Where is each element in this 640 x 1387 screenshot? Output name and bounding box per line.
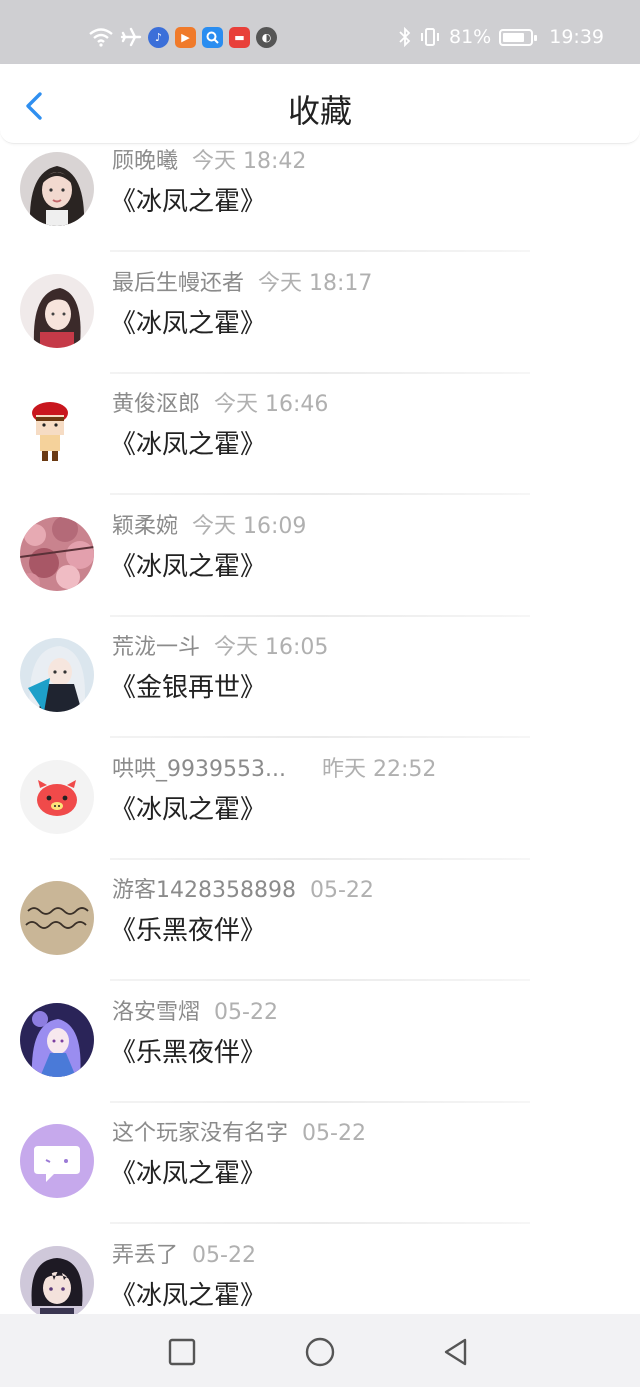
music-app-icon: ♪ bbox=[148, 26, 169, 48]
avatar[interactable] bbox=[20, 1124, 94, 1198]
game-title: 《冰凤之霍》 bbox=[110, 551, 267, 582]
circle-icon bbox=[305, 1337, 335, 1367]
user-name: 黄俊沤郎 bbox=[112, 392, 201, 417]
avatar[interactable] bbox=[20, 516, 94, 591]
list-item[interactable]: 荒泷一斗 今天 16:05 《金银再世》 bbox=[0, 617, 640, 739]
user-name: 颖柔婉 bbox=[112, 513, 179, 539]
bluetooth-icon bbox=[399, 27, 411, 47]
system-navigation-bar bbox=[0, 1314, 640, 1387]
item-meta: 荒泷一斗 今天 16:05 bbox=[112, 629, 328, 661]
user-name: 最后生幔还者 bbox=[112, 270, 245, 296]
wifi-icon bbox=[88, 27, 114, 47]
avatar[interactable] bbox=[20, 638, 94, 712]
avatar[interactable] bbox=[20, 1002, 94, 1077]
airplane-icon bbox=[120, 27, 142, 47]
home-button[interactable] bbox=[304, 1336, 336, 1368]
user-name: 顾晚曦 bbox=[112, 149, 179, 174]
item-meta: 顾晚曦 今天 18:42 bbox=[112, 144, 306, 175]
user-name: 哄哄_9939553... bbox=[112, 756, 286, 782]
list-item[interactable]: 游客1428358898 05-22 《乐黑夜伴》 bbox=[0, 860, 640, 982]
list-item[interactable]: 哄哄_9939553... 昨天 22:52 《冰凤之霍》 bbox=[0, 739, 640, 861]
system-back-button[interactable] bbox=[440, 1336, 472, 1368]
avatar[interactable] bbox=[20, 881, 94, 955]
status-bar: ♪ ▶ ▬ ◐ 81% 19:39 bbox=[0, 0, 640, 64]
timestamp: 昨天 22:52 bbox=[321, 756, 437, 782]
game-title: 《乐黑夜伴》 bbox=[110, 1037, 267, 1068]
user-name: 弄丢了 bbox=[112, 1242, 179, 1268]
avatar[interactable] bbox=[20, 759, 94, 834]
timestamp: 今天 18:42 bbox=[192, 149, 307, 174]
header-bar: 收藏 bbox=[0, 64, 640, 144]
game-title: 《冰凤之霍》 bbox=[110, 187, 267, 217]
battery-icon bbox=[499, 28, 538, 46]
game-title: 《冰凤之霍》 bbox=[110, 794, 267, 825]
avatar[interactable] bbox=[20, 395, 94, 469]
game-title: 《冰凤之霍》 bbox=[110, 430, 267, 460]
clock: 19:39 bbox=[549, 26, 604, 48]
list-item[interactable]: 这个玩家没有名字 05-22 《冰凤之霍》 bbox=[0, 1103, 640, 1225]
timestamp: 05-22 bbox=[309, 878, 374, 903]
vibrate-icon bbox=[419, 27, 441, 47]
video-app-icon: ▶ bbox=[175, 26, 196, 48]
search-app-icon bbox=[202, 26, 223, 48]
list-item[interactable]: 颖柔婉 今天 16:09 《冰凤之霍》 bbox=[0, 496, 640, 618]
item-meta: 哄哄_9939553... 昨天 22:52 bbox=[112, 751, 436, 783]
list-item[interactable]: 洛安雪熠 05-22 《乐黑夜伴》 bbox=[0, 982, 640, 1104]
triangle-back-icon bbox=[444, 1338, 467, 1366]
timestamp: 05-22 bbox=[192, 1242, 256, 1268]
timestamp: 05-22 bbox=[302, 1121, 366, 1146]
game-title: 《冰凤之霍》 bbox=[110, 1280, 267, 1311]
game-title: 《冰凤之霍》 bbox=[110, 308, 267, 339]
timestamp: 今天 16:09 bbox=[192, 513, 307, 539]
user-name: 游客1428358898 bbox=[112, 878, 296, 903]
store-app-icon: ▬ bbox=[229, 26, 250, 48]
item-meta: 洛安雪熠 05-22 bbox=[112, 994, 278, 1026]
user-name: 洛安雪熠 bbox=[112, 999, 201, 1025]
item-meta: 颖柔婉 今天 16:09 bbox=[112, 508, 306, 540]
timestamp: 今天 16:46 bbox=[214, 392, 329, 417]
battery-percent: 81% bbox=[449, 26, 492, 48]
favorites-list: 顾晚曦 今天 18:42 《冰凤之霍》 最后生幔还者 今天 18:17 《冰凤之霍》 黄俊沤… bbox=[0, 144, 640, 1314]
battery-fill bbox=[503, 32, 525, 42]
status-icons-left: ♪ ▶ ▬ ◐ bbox=[88, 22, 277, 52]
game-title: 《乐黑夜伴》 bbox=[110, 916, 267, 946]
user-name: 荒泷一斗 bbox=[112, 635, 201, 660]
item-meta: 弄丢了 05-22 bbox=[112, 1237, 256, 1269]
timestamp: 今天 18:17 bbox=[258, 270, 373, 296]
ball-app-icon: ◐ bbox=[256, 26, 277, 48]
page-title: 收藏 bbox=[287, 92, 352, 130]
list-item[interactable]: 顾晚曦 今天 18:42 《冰凤之霍》 bbox=[0, 144, 640, 253]
recent-apps-button[interactable] bbox=[166, 1336, 198, 1368]
avatar[interactable] bbox=[20, 1245, 94, 1314]
avatar[interactable] bbox=[20, 152, 94, 226]
status-icons-right: 81% 19:39 bbox=[399, 22, 604, 52]
timestamp: 今天 16:05 bbox=[214, 635, 329, 660]
item-meta: 黄俊沤郎 今天 16:46 bbox=[112, 386, 328, 418]
user-name: 这个玩家没有名字 bbox=[112, 1121, 289, 1146]
game-title: 《冰凤之霍》 bbox=[110, 1159, 267, 1189]
game-title: 《金银再世》 bbox=[110, 673, 267, 703]
timestamp: 05-22 bbox=[214, 999, 278, 1025]
item-meta: 最后生幔还者 今天 18:17 bbox=[112, 265, 372, 297]
square-icon bbox=[168, 1338, 196, 1366]
list-item[interactable]: 最后生幔还者 今天 18:17 《冰凤之霍》 bbox=[0, 253, 640, 375]
item-meta: 这个玩家没有名字 05-22 bbox=[112, 1115, 366, 1147]
list-item[interactable]: 弄丢了 05-22 《冰凤之霍》 bbox=[0, 1225, 640, 1314]
item-meta: 游客1428358898 05-22 bbox=[112, 872, 374, 904]
avatar[interactable] bbox=[20, 273, 94, 348]
list-item[interactable]: 黄俊沤郎 今天 16:46 《冰凤之霍》 bbox=[0, 374, 640, 496]
